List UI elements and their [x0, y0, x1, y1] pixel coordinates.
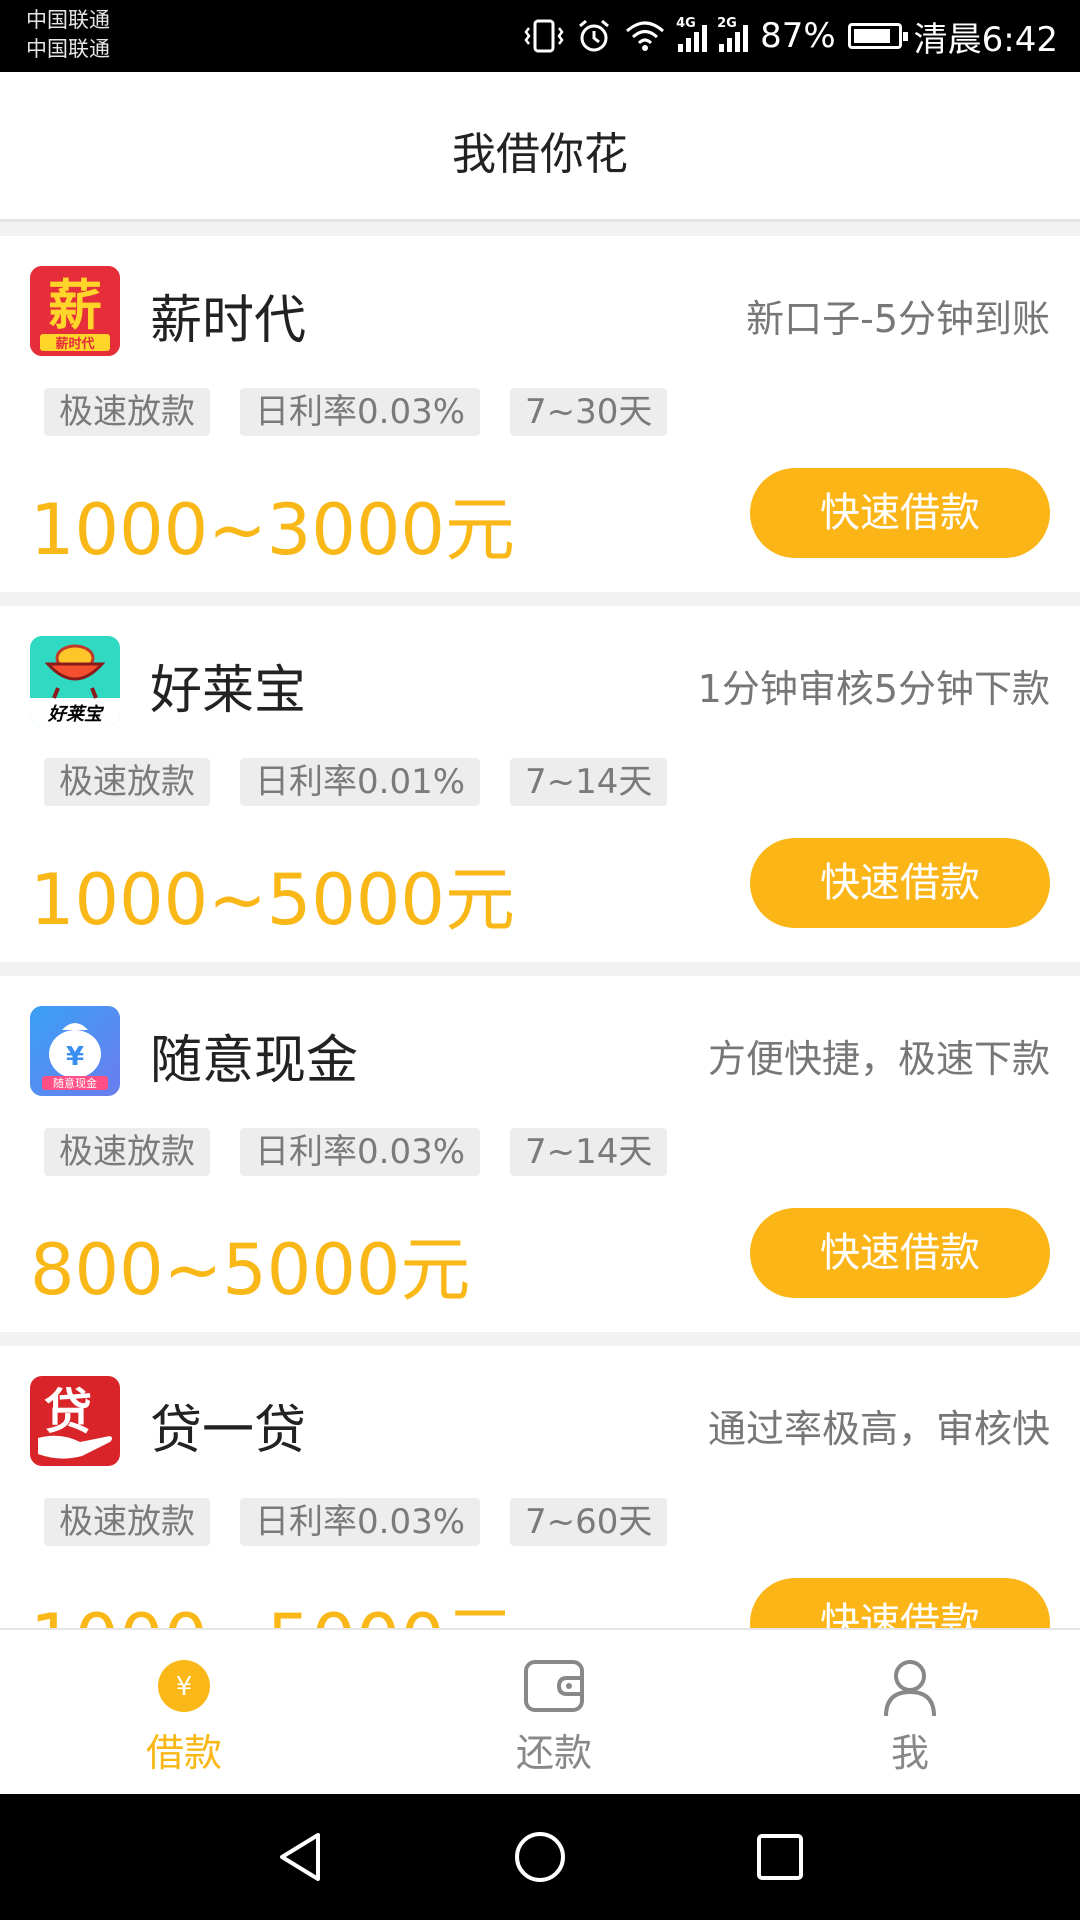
tag-term: 7~14天	[510, 758, 668, 806]
clock: 清晨6:42	[913, 19, 1058, 60]
recent-apps-icon[interactable]	[750, 1827, 810, 1887]
product-card[interactable]: ¥ 随意现金 随意现金 方便快捷，极速下款 极速放款 日利率0.03% 7~14…	[0, 976, 1080, 1332]
tag-rate: 日利率0.03%	[240, 1128, 481, 1176]
product-tags: 极速放款 日利率0.03% 7~60天	[44, 1498, 668, 1546]
carrier-1: 中国联通	[26, 8, 110, 32]
svg-text:薪: 薪	[48, 274, 102, 337]
tab-label: 借款	[145, 1731, 222, 1775]
product-slogan: 新口子-5分钟到账	[746, 297, 1050, 341]
quick-loan-button[interactable]: 快速借款	[750, 1578, 1050, 1628]
svg-text:¥: ¥	[176, 1672, 193, 1702]
product-slogan: 方便快捷，极速下款	[707, 1037, 1050, 1081]
tab-label: 还款	[515, 1731, 592, 1775]
carrier-names: 中国联通 中国联通	[26, 6, 110, 64]
svg-text:好莱宝: 好莱宝	[47, 704, 105, 725]
tag-term: 7~30天	[510, 388, 668, 436]
product-tags: 极速放款 日利率0.03% 7~14天	[44, 1128, 668, 1176]
back-icon[interactable]	[270, 1827, 330, 1887]
quick-loan-button[interactable]: 快速借款	[750, 1208, 1050, 1298]
net-type-2: 2G	[717, 16, 737, 31]
loan-amount: 1000~5000元	[30, 1584, 515, 1628]
product-list[interactable]: 薪 薪时代 薪时代 新口子-5分钟到账 极速放款 日利率0.03% 7~30天 …	[0, 236, 1080, 1628]
product-name: 随意现金	[150, 1031, 359, 1091]
product-card[interactable]: 好莱宝 好莱宝 1分钟审核5分钟下款 极速放款 日利率0.01% 7~14天 1…	[0, 606, 1080, 962]
battery-percent: 87%	[760, 16, 836, 56]
battery-fill	[853, 29, 891, 43]
haolaibao-logo: 好莱宝	[30, 636, 120, 726]
product-tags: 极速放款 日利率0.01% 7~14天	[44, 758, 668, 806]
tag-rate: 日利率0.01%	[240, 758, 481, 806]
loan-amount: 1000~3000元	[30, 489, 515, 571]
app-screen: 中国联通 中国联通 4G 2G 87% 清晨6:42 我借你花 薪 薪时代 薪时…	[0, 0, 1080, 1920]
user-icon	[884, 1660, 936, 1717]
product-name: 贷一贷	[150, 1401, 307, 1461]
daiyidai-logo: 贷	[30, 1376, 120, 1466]
wifi-icon	[626, 21, 665, 51]
home-icon[interactable]	[510, 1827, 570, 1887]
page-title: 我借你花	[452, 129, 628, 180]
tag-speed: 极速放款	[44, 758, 210, 806]
product-card[interactable]: 贷 贷一贷 通过率极高，审核快 极速放款 日利率0.03% 7~60天 1000…	[0, 1346, 1080, 1628]
tag-rate: 日利率0.03%	[240, 1498, 481, 1546]
quick-loan-button[interactable]: 快速借款	[750, 468, 1050, 558]
bottom-tab-bar: ¥ 借款 还款 我	[0, 1628, 1080, 1794]
product-tags: 极速放款 日利率0.03% 7~30天	[44, 388, 668, 436]
quick-loan-button[interactable]: 快速借款	[750, 838, 1050, 928]
tag-speed: 极速放款	[44, 1498, 210, 1546]
system-nav-bar	[0, 1794, 1080, 1920]
net-type-1: 4G	[676, 16, 696, 31]
signal-4g-icon: 4G	[676, 16, 708, 52]
loan-amount: 1000~5000元	[30, 859, 515, 941]
product-name: 薪时代	[150, 291, 307, 351]
loan-amount: 800~5000元	[30, 1229, 471, 1311]
status-icons: 4G 2G 87% 清晨6:42	[524, 0, 1058, 72]
battery-icon	[847, 23, 908, 49]
app-header: 我借你花	[0, 72, 1080, 222]
yen-coin-icon: ¥	[158, 1660, 210, 1712]
product-card[interactable]: 薪 薪时代 薪时代 新口子-5分钟到账 极速放款 日利率0.03% 7~30天 …	[0, 236, 1080, 592]
svg-text:贷: 贷	[44, 1384, 92, 1440]
status-bar: 中国联通 中国联通 4G 2G 87% 清晨6:42	[0, 0, 1080, 72]
tag-term: 7~14天	[510, 1128, 668, 1176]
product-slogan: 通过率极高，审核快	[707, 1407, 1050, 1451]
tag-rate: 日利率0.03%	[240, 388, 481, 436]
suiyixianjin-logo: ¥ 随意现金	[30, 1006, 120, 1096]
product-name: 好莱宝	[150, 661, 307, 721]
svg-text:¥: ¥	[66, 1042, 84, 1072]
vibrate-icon	[524, 19, 564, 53]
xinshidai-logo: 薪 薪时代	[30, 266, 120, 356]
tab-loan[interactable]: ¥ 借款	[84, 1630, 284, 1796]
signal-2g-icon: 2G	[717, 16, 749, 52]
svg-text:随意现金: 随意现金	[53, 1076, 97, 1090]
tab-label: 我	[890, 1731, 929, 1775]
carrier-2: 中国联通	[26, 37, 110, 61]
product-slogan: 1分钟审核5分钟下款	[697, 667, 1050, 711]
tab-repay[interactable]: 还款	[454, 1630, 654, 1796]
tab-me[interactable]: 我	[810, 1630, 1010, 1796]
alarm-icon	[579, 19, 610, 52]
tag-speed: 极速放款	[44, 1128, 210, 1176]
wallet-icon	[524, 1660, 584, 1712]
tag-speed: 极速放款	[44, 388, 210, 436]
tag-term: 7~60天	[510, 1498, 668, 1546]
svg-text:薪时代: 薪时代	[55, 336, 94, 352]
